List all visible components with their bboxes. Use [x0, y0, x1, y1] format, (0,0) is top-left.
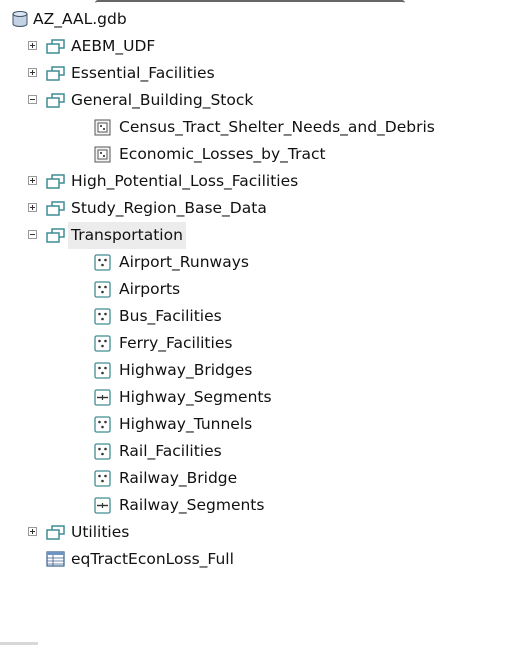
point-feature-class-icon: [94, 470, 111, 487]
tree-label: High_Potential_Loss_Facilities: [71, 172, 299, 190]
tree-item-economic-losses[interactable]: Economic_Losses_by_Tract: [0, 141, 520, 168]
expand-plus-icon[interactable]: [28, 203, 37, 212]
tree-item-airports[interactable]: Airports: [0, 276, 520, 303]
tree-label: Highway_Bridges: [119, 361, 253, 379]
tree-label: Economic_Losses_by_Tract: [119, 145, 326, 163]
database-icon: [12, 11, 28, 27]
expand-plus-icon[interactable]: [28, 527, 37, 536]
feature-dataset-icon: [46, 93, 65, 108]
tree-label: eqTractEconLoss_Full: [71, 550, 234, 568]
tree-label: Transportation: [68, 222, 186, 249]
tree-item-railway-segments[interactable]: Railway_Segments: [0, 492, 520, 519]
tree-item-airport-runways[interactable]: Airport_Runways: [0, 249, 520, 276]
tree-label: Railway_Bridge: [119, 469, 238, 487]
feature-dataset-icon: [46, 228, 65, 243]
expand-plus-icon[interactable]: [28, 68, 37, 77]
tree-label: Census_Tract_Shelter_Needs_and_Debris: [119, 118, 435, 136]
point-feature-class-icon: [94, 335, 111, 352]
tree-label: Study_Region_Base_Data: [71, 199, 267, 217]
tree-label: Railway_Segments: [119, 496, 265, 514]
feature-dataset-icon: [46, 525, 65, 540]
raster-class-icon: [94, 146, 111, 163]
point-feature-class-icon: [94, 308, 111, 325]
tree-item-aebm-udf[interactable]: AEBM_UDF: [0, 33, 520, 60]
expand-plus-icon[interactable]: [28, 176, 37, 185]
tree-item-general-building-stock[interactable]: General_Building_Stock: [0, 87, 520, 114]
tree-item-bus-facilities[interactable]: Bus_Facilities: [0, 303, 520, 330]
tree-label: Ferry_Facilities: [119, 334, 233, 352]
tree-item-high-potential-loss[interactable]: High_Potential_Loss_Facilities: [0, 168, 520, 195]
point-feature-class-icon: [94, 254, 111, 271]
feature-dataset-icon: [46, 66, 65, 81]
collapse-minus-icon[interactable]: [28, 230, 37, 239]
tree-item-study-region[interactable]: Study_Region_Base_Data: [0, 195, 520, 222]
table-icon: [46, 551, 65, 567]
tree-item-root-gdb[interactable]: AZ_AAL.gdb: [0, 6, 520, 33]
tree-label: Airports: [119, 280, 181, 298]
feature-dataset-icon: [46, 174, 65, 189]
tree-item-rail-facilities[interactable]: Rail_Facilities: [0, 438, 520, 465]
tree-label: AEBM_UDF: [71, 37, 156, 55]
line-feature-class-icon: [94, 389, 111, 406]
tree-item-railway-bridge[interactable]: Railway_Bridge: [0, 465, 520, 492]
tree-label: AZ_AAL.gdb: [33, 10, 127, 28]
feature-dataset-icon: [46, 39, 65, 54]
tree-label: Highway_Tunnels: [119, 415, 253, 433]
tree-label: Essential_Facilities: [71, 64, 215, 82]
tree-label: Rail_Facilities: [119, 442, 222, 460]
expand-plus-icon[interactable]: [28, 41, 37, 50]
tree-item-eq-table[interactable]: eqTractEconLoss_Full: [0, 546, 520, 573]
tree-label: Bus_Facilities: [119, 307, 222, 325]
tree-label: General_Building_Stock: [71, 91, 254, 109]
tree-item-utilities[interactable]: Utilities: [0, 519, 520, 546]
tree-item-essential-facilities[interactable]: Essential_Facilities: [0, 60, 520, 87]
point-feature-class-icon: [94, 443, 111, 460]
line-feature-class-icon: [94, 497, 111, 514]
tree-item-highway-bridges[interactable]: Highway_Bridges: [0, 357, 520, 384]
point-feature-class-icon: [94, 281, 111, 298]
tree-label: Airport_Runways: [119, 253, 249, 271]
raster-class-icon: [94, 119, 111, 136]
point-feature-class-icon: [94, 362, 111, 379]
tree-item-highway-tunnels[interactable]: Highway_Tunnels: [0, 411, 520, 438]
tree-item-ferry-facilities[interactable]: Ferry_Facilities: [0, 330, 520, 357]
tree-label: Utilities: [71, 523, 130, 541]
tree-label: Highway_Segments: [119, 388, 272, 406]
feature-dataset-icon: [46, 201, 65, 216]
point-feature-class-icon: [94, 416, 111, 433]
collapse-minus-icon[interactable]: [28, 95, 37, 104]
tree-item-highway-segments[interactable]: Highway_Segments: [0, 384, 520, 411]
tree-item-census-tract-shelter[interactable]: Census_Tract_Shelter_Needs_and_Debris: [0, 114, 520, 141]
tree-item-transportation[interactable]: Transportation: [0, 222, 520, 249]
